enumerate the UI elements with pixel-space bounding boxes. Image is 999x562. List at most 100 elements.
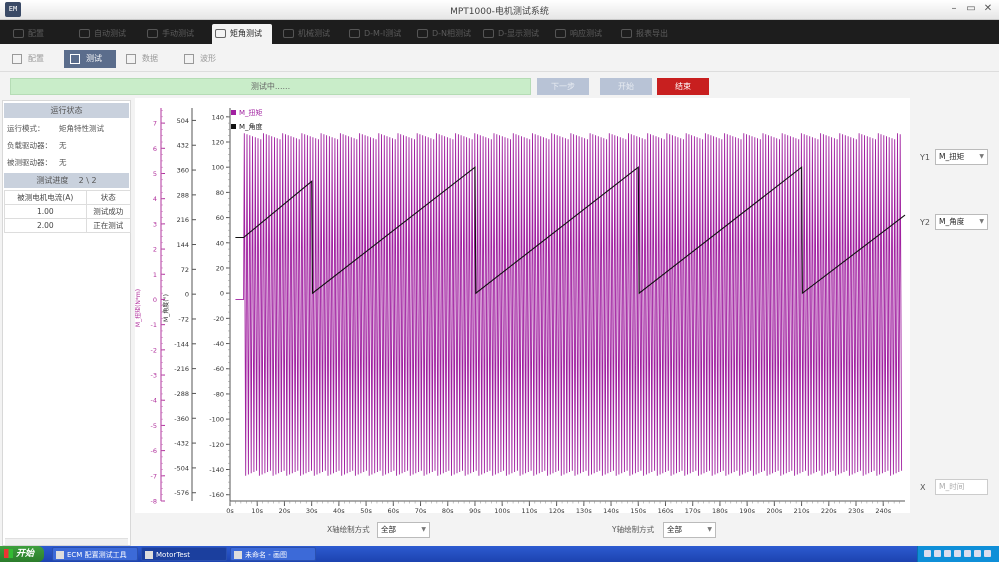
- current-cell: 1.00: [4, 204, 87, 219]
- main-tab-bar: 配置 自动测试 手动测试 矩角测试 机械测试 D-M-I测试 D-N相测试 D-…: [0, 20, 999, 44]
- taskbar-item-paint[interactable]: 未命名 - 画图: [230, 547, 316, 561]
- subtab-label: 配置: [28, 54, 44, 63]
- run-mode-key: 运行模式：: [7, 124, 45, 133]
- table-row[interactable]: 1.00 测试成功: [4, 204, 132, 219]
- dn-phase-icon: [417, 29, 428, 38]
- chevron-down-icon: ▼: [979, 218, 984, 225]
- inner-tick-label: 60: [216, 214, 224, 222]
- y1-label: Y1: [920, 153, 930, 162]
- tab-label: D-显示测试: [498, 29, 540, 38]
- x-tick-label: 130s: [576, 507, 592, 513]
- angle-tick-label: -72: [178, 315, 189, 323]
- tab-label: 手动测试: [162, 29, 194, 38]
- config-icon: [12, 54, 22, 64]
- data-icon: [126, 54, 136, 64]
- tab-response-test[interactable]: 响应测试: [552, 24, 602, 44]
- inner-tick-label: 80: [216, 189, 224, 197]
- subtab-waveform[interactable]: 波形: [178, 50, 230, 68]
- tray-icon[interactable]: [924, 550, 931, 557]
- tray-icon[interactable]: [984, 550, 991, 557]
- table-row[interactable]: 2.00 正在测试: [4, 218, 132, 233]
- end-button[interactable]: 结束: [657, 78, 709, 95]
- horizontal-scrollbar[interactable]: [5, 538, 128, 545]
- status-cell: 测试成功: [85, 204, 132, 219]
- torque-tick-label: 4: [153, 195, 157, 203]
- inner-tick-label: 140: [212, 113, 224, 121]
- close-icon[interactable]: ✕: [981, 2, 995, 16]
- tab-torque-angle-test[interactable]: 矩角测试: [212, 24, 272, 44]
- x-tick-label: 40s: [333, 507, 345, 513]
- torque-tick-label: -5: [151, 422, 157, 430]
- progress-title: 测试进度: [36, 176, 69, 185]
- chevron-down-icon: ▼: [707, 526, 712, 533]
- inner-tick-label: -140: [209, 466, 224, 474]
- tray-icon[interactable]: [974, 550, 981, 557]
- tab-mechanical-test[interactable]: 机械测试: [280, 24, 330, 44]
- test-driver-row: 被测驱动器： 无: [3, 154, 130, 171]
- angle-tick-label: 0: [185, 291, 189, 299]
- tray-icon[interactable]: [934, 550, 941, 557]
- table-header-row: 被测电机电流(A) 状态: [4, 190, 132, 205]
- title-bar: EM MPT1000-电机测试系统 – ▭ ✕: [0, 0, 999, 20]
- x-tick-label: 220s: [821, 507, 837, 513]
- x-select[interactable]: M_时间: [935, 479, 988, 495]
- run-mode-row: 运行模式： 矩角特性测试: [3, 120, 130, 137]
- tab-dn-phase-test[interactable]: D-N相测试: [414, 24, 471, 44]
- y2-select[interactable]: M_角度 ▼: [935, 214, 988, 230]
- display-test-icon: [483, 29, 494, 38]
- tab-auto-test[interactable]: 自动测试: [76, 24, 126, 44]
- tab-report-export[interactable]: 报表导出: [618, 24, 668, 44]
- legend-label-torque: M_扭矩: [239, 108, 263, 117]
- next-step-button[interactable]: 下一步: [537, 78, 589, 95]
- waveform-icon: [184, 54, 194, 64]
- torque-tick-label: 7: [153, 120, 157, 128]
- task-label: MotorTest: [156, 551, 191, 559]
- minimize-icon[interactable]: –: [947, 2, 961, 16]
- subtab-label: 波形: [200, 54, 216, 63]
- y-mode-select[interactable]: 全部 ▼: [663, 522, 716, 538]
- subtab-data[interactable]: 数据: [120, 50, 172, 68]
- x-tick-label: 90s: [469, 507, 481, 513]
- progress-value: 2 \ 2: [78, 176, 97, 185]
- system-tray: [917, 546, 999, 562]
- tab-dmi-test[interactable]: D-M-I测试: [346, 24, 401, 44]
- torque-tick-label: 0: [153, 296, 157, 304]
- subtab-test[interactable]: 测试: [64, 50, 116, 68]
- subtab-label: 数据: [142, 54, 158, 63]
- start-button[interactable]: 开始: [600, 78, 652, 95]
- restore-icon[interactable]: ▭: [964, 2, 978, 16]
- tray-icon[interactable]: [944, 550, 951, 557]
- torque-tick-label: -7: [151, 472, 157, 480]
- chevron-down-icon: ▼: [979, 153, 984, 160]
- tab-config[interactable]: 配置: [10, 24, 44, 44]
- load-driver-row: 负载驱动器： 无: [3, 137, 130, 154]
- run-state-header: 运行状态: [4, 103, 129, 118]
- y1-select[interactable]: M_扭矩 ▼: [935, 149, 988, 165]
- angle-tick-label: 288: [177, 191, 189, 199]
- angle-axis-title: M_角度(°): [162, 294, 170, 322]
- torque-tick-label: 6: [153, 145, 157, 153]
- torque-tick-label: 5: [153, 170, 157, 178]
- tray-icon[interactable]: [954, 550, 961, 557]
- inner-tick-label: 120: [212, 139, 224, 147]
- angle-tick-label: 504: [177, 117, 189, 125]
- x-mode-select[interactable]: 全部 ▼: [377, 522, 430, 538]
- test-driver-value: 无: [59, 158, 67, 167]
- tray-icon[interactable]: [964, 550, 971, 557]
- x-tick-label: 240s: [875, 507, 891, 513]
- tab-display-test[interactable]: D-显示测试: [480, 24, 539, 44]
- x-tick-label: 170s: [685, 507, 701, 513]
- axis-select-panel: Y1 M_扭矩 ▼ Y2 M_角度 ▼ X M_时间: [912, 98, 999, 513]
- inner-tick-label: 0: [220, 290, 224, 298]
- test-icon: [70, 54, 80, 64]
- start-menu-button[interactable]: 开始: [0, 546, 44, 562]
- torque-angle-icon: [215, 29, 226, 38]
- x-mode-label: X轴绘制方式: [327, 525, 370, 534]
- taskbar-item-motortest[interactable]: MotorTest: [141, 547, 227, 561]
- tab-manual-test[interactable]: 手动测试: [144, 24, 194, 44]
- test-status-bar: 测试中......: [10, 78, 531, 95]
- subtab-config[interactable]: 配置: [6, 50, 58, 68]
- torque-tick-label: -3: [151, 372, 157, 380]
- x-tick-label: 80s: [442, 507, 454, 513]
- taskbar-item-config-tool[interactable]: ECM 配置测试工具: [52, 547, 138, 561]
